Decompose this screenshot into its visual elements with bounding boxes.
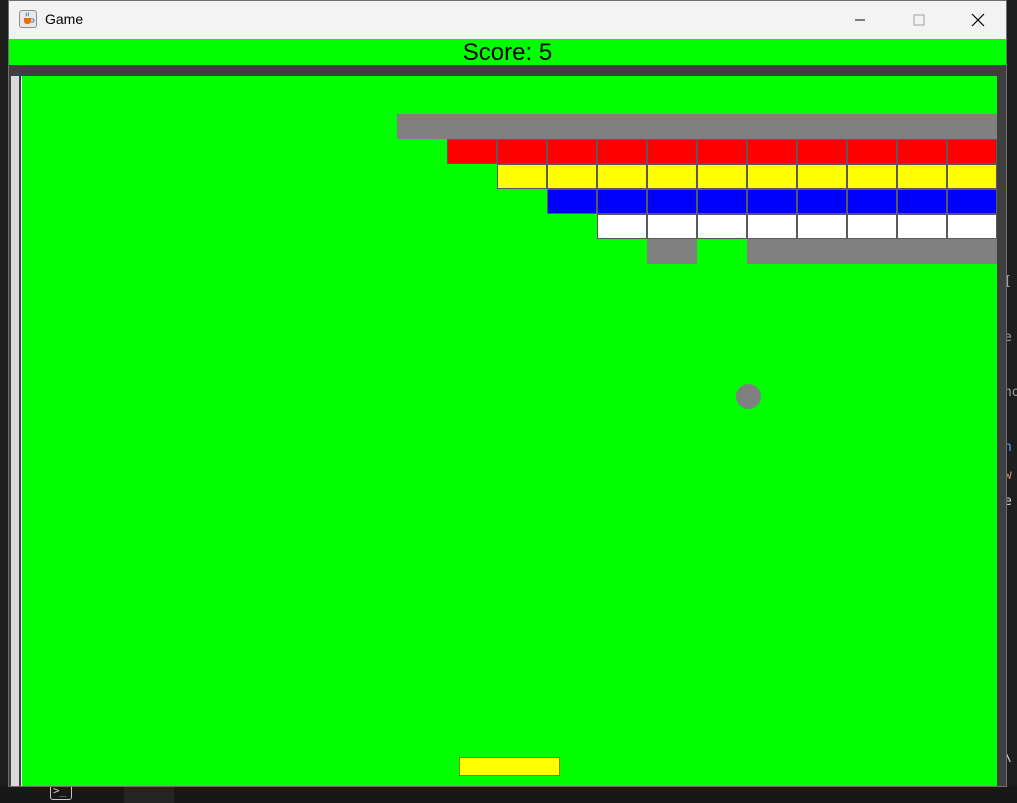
- red-brick: [697, 139, 747, 164]
- white-brick: [647, 214, 697, 239]
- game-playfield[interactable]: [22, 76, 997, 786]
- gray-brick: [747, 239, 997, 264]
- score-label: Score: 5: [462, 39, 553, 66]
- blue-brick: [647, 189, 697, 214]
- red-brick: [747, 139, 797, 164]
- yellow-brick: [947, 164, 997, 189]
- white-brick: [847, 214, 897, 239]
- blue-brick: [947, 189, 997, 214]
- blue-brick: [697, 189, 747, 214]
- white-brick: [897, 214, 947, 239]
- red-brick: [797, 139, 847, 164]
- white-brick: [797, 214, 847, 239]
- red-brick: [497, 139, 547, 164]
- blue-brick: [797, 189, 847, 214]
- white-brick: [947, 214, 997, 239]
- gray-brick: [647, 239, 697, 264]
- gray-brick: [397, 114, 997, 139]
- game-window: Game Score: 5: [8, 0, 1007, 787]
- red-brick: [547, 139, 597, 164]
- ball: [736, 384, 761, 409]
- yellow-brick: [697, 164, 747, 189]
- red-brick: [647, 139, 697, 164]
- white-brick: [697, 214, 747, 239]
- minimize-button[interactable]: [831, 1, 889, 39]
- blue-brick: [597, 189, 647, 214]
- blue-brick: [847, 189, 897, 214]
- left-wall-highlight: [11, 76, 19, 786]
- close-button[interactable]: [949, 1, 1006, 39]
- top-wall: [9, 65, 1006, 76]
- ide-panel-tab[interactable]: [124, 786, 174, 803]
- white-brick: [597, 214, 647, 239]
- maximize-icon: [913, 14, 925, 26]
- yellow-brick: [547, 164, 597, 189]
- yellow-brick: [797, 164, 847, 189]
- red-brick: [947, 139, 997, 164]
- window-title: Game: [45, 11, 84, 27]
- yellow-brick: [847, 164, 897, 189]
- yellow-brick: [747, 164, 797, 189]
- blue-brick: [897, 189, 947, 214]
- red-brick: [597, 139, 647, 164]
- minimize-icon: [855, 19, 865, 21]
- yellow-brick: [497, 164, 547, 189]
- blue-brick: [547, 189, 597, 214]
- red-brick: [847, 139, 897, 164]
- red-brick: [447, 139, 497, 164]
- yellow-brick: [597, 164, 647, 189]
- paddle[interactable]: [459, 757, 560, 776]
- right-wall: [997, 65, 1006, 786]
- blue-brick: [747, 189, 797, 214]
- close-icon: [971, 13, 985, 27]
- score-bar: Score: 5: [9, 39, 1006, 66]
- white-brick: [747, 214, 797, 239]
- yellow-brick: [647, 164, 697, 189]
- maximize-button[interactable]: [890, 1, 948, 39]
- yellow-brick: [897, 164, 947, 189]
- title-bar[interactable]: Game: [9, 1, 1006, 39]
- red-brick: [897, 139, 947, 164]
- java-coffee-cup-icon: [19, 10, 37, 28]
